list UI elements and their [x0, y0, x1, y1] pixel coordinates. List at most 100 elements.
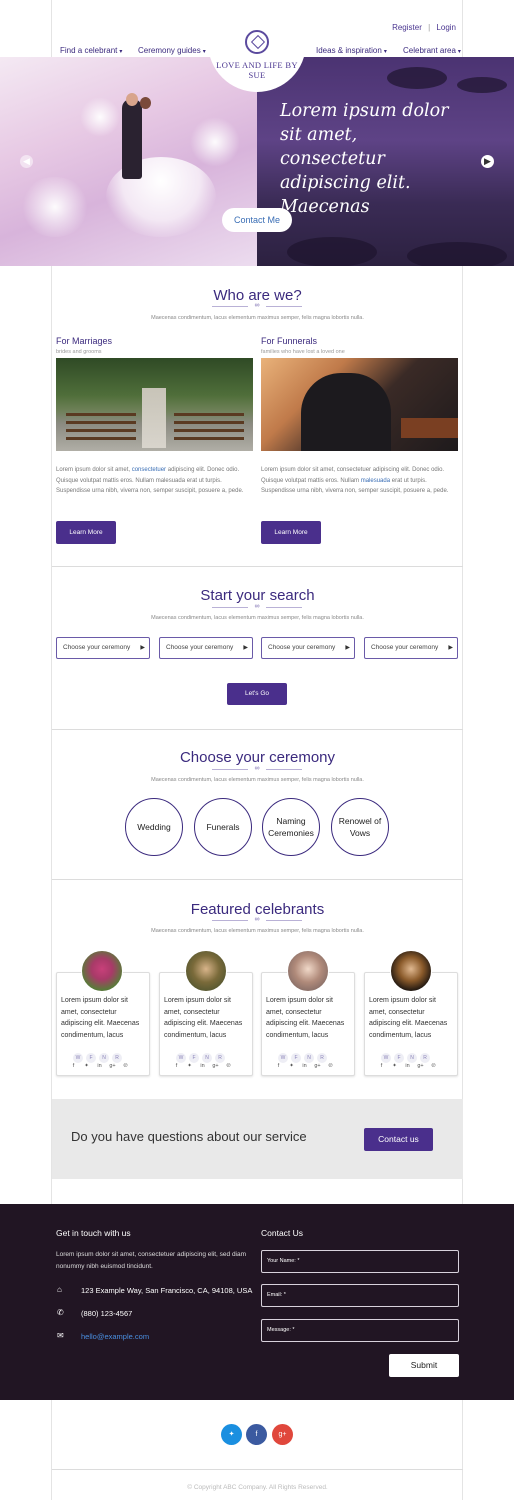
ceremony-funerals[interactable]: Funerals	[194, 798, 252, 856]
get-in-touch-text: Lorem ipsum dolor sit amet, consectetuer…	[56, 1251, 247, 1270]
twitter-icon[interactable]: ✦	[285, 1063, 298, 1069]
celebrant-avatar	[390, 950, 432, 992]
twitter-icon[interactable]: ✦	[80, 1063, 93, 1069]
facebook-icon[interactable]: f	[67, 1063, 80, 1069]
google-plus-icon[interactable]: g+	[106, 1063, 119, 1069]
chevron-down-icon: ▾	[383, 49, 387, 55]
get-in-touch-title: Get in touch with us	[56, 1228, 131, 1238]
funerals-learn-more-button[interactable]: Learn More	[261, 521, 321, 544]
ceremony-naming[interactable]: Naming Ceremonies	[262, 798, 320, 856]
ceremony-subtitle: Maecenas condimentum, lacus elementum ma…	[151, 777, 364, 783]
caret-right-icon: ▶	[345, 645, 350, 651]
pinterest-icon[interactable]: ℗	[222, 1063, 235, 1069]
facebook-icon[interactable]: f	[375, 1063, 388, 1069]
message-field[interactable]: Message: *	[261, 1319, 459, 1342]
funeral-photo	[261, 358, 458, 451]
wedding-photo	[0, 57, 257, 266]
facebook-icon[interactable]: f	[246, 1424, 267, 1445]
pinterest-icon[interactable]: ℗	[324, 1063, 337, 1069]
celebrant-bio: Lorem ipsum dolor sit amet, consectetur …	[266, 997, 345, 1039]
logo[interactable]: LOVE AND LIFE BY SUE	[208, 10, 306, 92]
facebook-icon[interactable]: f	[272, 1063, 285, 1069]
contact-us-button[interactable]: Contact us	[364, 1128, 433, 1151]
phone-number: (880) 123-4567	[81, 1309, 133, 1318]
envelope-icon: ✉	[57, 1331, 64, 1340]
ceremony-badges: WFNR	[73, 1046, 125, 1063]
google-plus-icon[interactable]: g+	[311, 1063, 324, 1069]
questions-text: Do you have questions about our service	[71, 1129, 307, 1144]
copyright: © Copyright ABC Company. All Rights Rese…	[187, 1484, 328, 1491]
celebrant-socials: f ✦ in g+ ℗	[375, 1063, 440, 1069]
pinterest-icon[interactable]: ℗	[427, 1063, 440, 1069]
section-divider	[52, 729, 463, 730]
celebrant-avatar	[287, 950, 329, 992]
ceremony-badges: WFNR	[176, 1046, 228, 1063]
ceremony-renewal[interactable]: Renowel of Vows	[331, 798, 389, 856]
ceremony-badges: WFNR	[381, 1046, 433, 1063]
caret-right-icon: ▶	[243, 645, 248, 651]
lets-go-button[interactable]: Let's Go	[227, 683, 287, 705]
chevron-left-icon[interactable]: ◀	[20, 155, 33, 168]
section-divider	[52, 1469, 463, 1470]
facebook-icon[interactable]: f	[170, 1063, 183, 1069]
email-field[interactable]: Email: *	[261, 1284, 459, 1307]
twitter-icon[interactable]: ✦	[221, 1424, 242, 1445]
submit-button[interactable]: Submit	[389, 1354, 459, 1377]
ceremony-select-3[interactable]: Choose your ceremony ▶	[261, 637, 355, 659]
chevron-down-icon: ▾	[119, 49, 123, 55]
search-title: Start your search	[200, 587, 315, 604]
linkedin-icon[interactable]: in	[298, 1063, 311, 1069]
home-icon: ⌂	[57, 1285, 62, 1294]
celebrant-avatar	[81, 950, 123, 992]
heart-emblem-icon	[245, 30, 269, 54]
caret-right-icon: ▶	[448, 645, 453, 651]
ceremony-select-4[interactable]: Choose your ceremony ▶	[364, 637, 458, 659]
contact-me-button[interactable]: Contact Me	[222, 208, 292, 232]
nav-label: Ideas & inspiration	[316, 46, 382, 55]
caret-right-icon: ▶	[140, 645, 145, 651]
chevron-right-icon[interactable]: ▶	[481, 155, 494, 168]
separator: |	[428, 23, 431, 32]
marriages-learn-more-button[interactable]: Learn More	[56, 521, 116, 544]
google-plus-icon[interactable]: g+	[272, 1424, 293, 1445]
login-link[interactable]: Login	[436, 23, 456, 32]
contact-us-title: Contact Us	[261, 1228, 304, 1238]
ceremony-title: Choose your ceremony	[179, 749, 336, 766]
logo-text: LOVE AND LIFE BY SUE	[216, 60, 298, 80]
funerals-subtitle: families who have lost a loved one	[261, 349, 345, 355]
garden-ceremony-photo	[56, 358, 253, 451]
google-plus-icon[interactable]: g+	[414, 1063, 427, 1069]
linkedin-icon[interactable]: in	[401, 1063, 414, 1069]
nav-celebrant-area[interactable]: Celebrant area ▾	[403, 46, 461, 55]
celebrant-socials: f ✦ in g+ ℗	[67, 1063, 132, 1069]
ceremony-wedding[interactable]: Wedding	[125, 798, 183, 856]
nav-find-celebrant[interactable]: Find a celebrant ▾	[60, 46, 122, 55]
questions-banner: Do you have questions about our service …	[52, 1099, 463, 1179]
section-divider	[52, 566, 463, 567]
nav-ceremony-guides[interactable]: Ceremony guides ▾	[138, 46, 206, 55]
nav-label: Ceremony guides	[138, 46, 201, 55]
name-field[interactable]: Your Name: *	[261, 1250, 459, 1273]
ceremony-select-1[interactable]: Choose your ceremony ▶	[56, 637, 150, 659]
who-subtitle: Maecenas condimentum, lacus elementum ma…	[151, 315, 364, 321]
ceremony-select-2[interactable]: Choose your ceremony ▶	[159, 637, 253, 659]
funerals-text: Lorem ipsum dolor sit amet, consectetuer…	[261, 467, 449, 494]
ornament-icon: ∞	[212, 302, 302, 310]
pinterest-icon[interactable]: ℗	[119, 1063, 132, 1069]
ornament-icon: ∞	[212, 916, 302, 924]
twitter-icon[interactable]: ✦	[388, 1063, 401, 1069]
section-divider	[52, 879, 463, 880]
account-links: Register | Login	[388, 23, 456, 32]
google-plus-icon[interactable]: g+	[209, 1063, 222, 1069]
linkedin-icon[interactable]: in	[196, 1063, 209, 1069]
celebrant-bio: Lorem ipsum dolor sit amet, consectetur …	[164, 997, 243, 1039]
twitter-icon[interactable]: ✦	[183, 1063, 196, 1069]
chevron-down-icon: ▾	[202, 49, 206, 55]
linkedin-icon[interactable]: in	[93, 1063, 106, 1069]
register-link[interactable]: Register	[392, 23, 422, 32]
email-link[interactable]: hello@example.com	[81, 1332, 149, 1341]
funerals-title: For Funnerals	[261, 336, 318, 346]
nav-ideas[interactable]: Ideas & inspiration ▾	[316, 46, 387, 55]
ceremony-badges: WFNR	[278, 1046, 330, 1063]
celebrant-avatar	[185, 950, 227, 992]
